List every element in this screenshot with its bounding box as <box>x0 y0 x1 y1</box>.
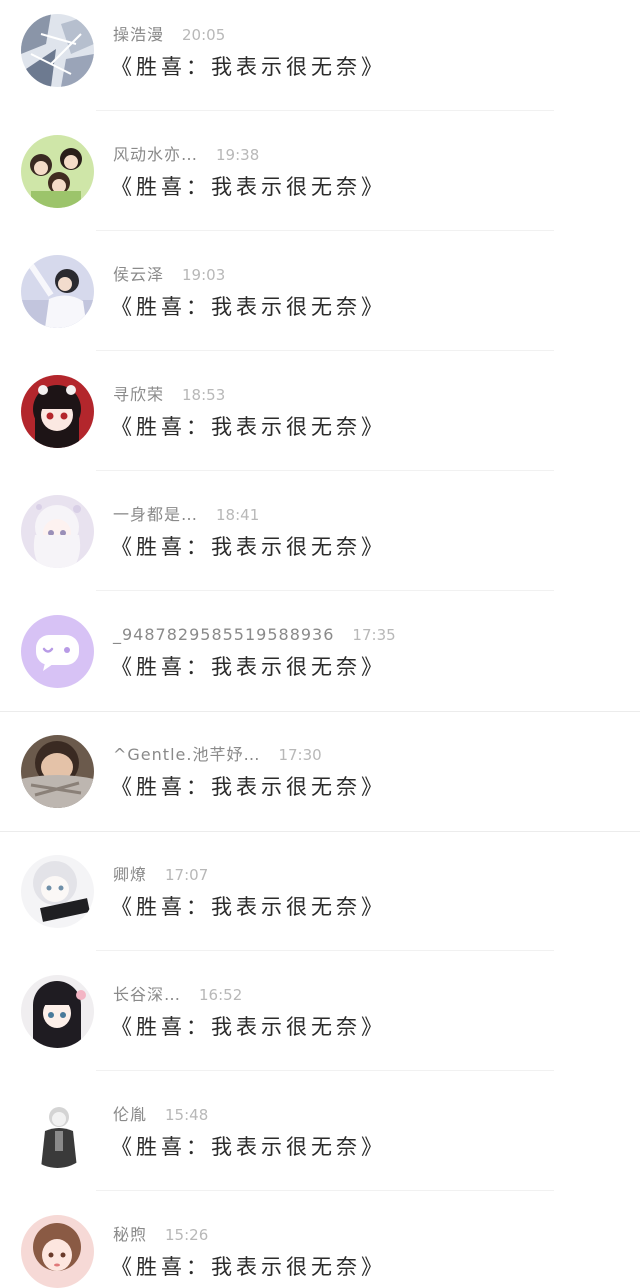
username[interactable]: 卿燎 <box>113 865 147 884</box>
timestamp: 15:48 <box>165 1106 209 1124</box>
comment-list: 操浩漫 20:05 《胜喜：我表示很无奈》 风动水亦… 19:38 《胜喜：我表示很… <box>0 0 640 1288</box>
avatar-anime-pink-girl-icon[interactable] <box>21 1215 94 1288</box>
divider <box>96 1190 554 1191</box>
avatar-default-chat-icon[interactable] <box>21 615 94 688</box>
timestamp: 19:03 <box>182 266 226 284</box>
avatar-anime-white-hair-icon[interactable] <box>21 495 94 568</box>
avatar-anime-black-hair-icon[interactable] <box>21 975 94 1048</box>
comment-meta: 操浩漫 20:05 <box>113 23 225 47</box>
comment-item[interactable]: 秘煦 15:26 《胜喜：我表示很无奈》 <box>0 1200 640 1288</box>
divider <box>0 711 640 712</box>
timestamp: 18:41 <box>216 506 260 524</box>
comment-text: 《胜喜：我表示很无奈》 <box>111 655 386 679</box>
comment-meta: _9487829585519588936 17:35 <box>113 623 396 647</box>
divider <box>96 1070 554 1071</box>
comment-text: 《胜喜：我表示很无奈》 <box>111 55 386 79</box>
username[interactable]: 长谷深… <box>113 985 181 1004</box>
avatar-anime-red-girl-icon[interactable] <box>21 375 94 448</box>
timestamp: 17:07 <box>165 866 209 884</box>
avatar-anime-white-boy-icon[interactable] <box>21 855 94 928</box>
divider <box>96 110 554 111</box>
avatar-sketch-boy-icon[interactable] <box>21 1095 94 1168</box>
divider <box>96 470 554 471</box>
comment-item[interactable]: _9487829585519588936 17:35 《胜喜：我表示很无奈》 <box>0 600 640 720</box>
divider <box>96 230 554 231</box>
timestamp: 20:05 <box>182 26 226 44</box>
timestamp: 17:30 <box>278 746 322 764</box>
username[interactable]: 一身都是… <box>113 505 198 524</box>
comment-text: 《胜喜：我表示很无奈》 <box>111 1255 386 1279</box>
comment-text: 《胜喜：我表示很无奈》 <box>111 895 386 919</box>
comment-item[interactable]: 风动水亦… 19:38 《胜喜：我表示很无奈》 <box>0 120 640 240</box>
comment-item[interactable]: 长谷深… 16:52 《胜喜：我表示很无奈》 <box>0 960 640 1080</box>
comment-item[interactable]: 一身都是… 18:41 《胜喜：我表示很无奈》 <box>0 480 640 600</box>
comment-text: 《胜喜：我表示很无奈》 <box>111 775 386 799</box>
username[interactable]: 风动水亦… <box>113 145 198 164</box>
comment-meta: 侯云泽 19:03 <box>113 263 225 287</box>
comment-text: 《胜喜：我表示很无奈》 <box>111 1015 386 1039</box>
comment-item[interactable]: ^Gentle.池芊妤… 17:30 《胜喜：我表示很无奈》 <box>0 720 640 840</box>
comment-meta: 卿燎 17:07 <box>113 863 208 887</box>
username[interactable]: 伦胤 <box>113 1105 147 1124</box>
comment-text: 《胜喜：我表示很无奈》 <box>111 415 386 439</box>
comment-text: 《胜喜：我表示很无奈》 <box>111 175 386 199</box>
timestamp: 18:53 <box>182 386 226 404</box>
comment-meta: 一身都是… 18:41 <box>113 503 259 527</box>
comment-meta: 长谷深… 16:52 <box>113 983 242 1007</box>
divider <box>96 590 554 591</box>
avatar-anime-group-icon[interactable] <box>21 135 94 208</box>
comment-meta: 寻欣荣 18:53 <box>113 383 225 407</box>
timestamp: 17:35 <box>352 626 396 644</box>
comment-meta: 伦胤 15:48 <box>113 1103 208 1127</box>
timestamp: 15:26 <box>165 1226 209 1244</box>
comment-text: 《胜喜：我表示很无奈》 <box>111 295 386 319</box>
comment-text: 《胜喜：我表示很无奈》 <box>111 535 386 559</box>
timestamp: 16:52 <box>199 986 243 1004</box>
username[interactable]: 操浩漫 <box>113 25 164 44</box>
divider <box>96 350 554 351</box>
comment-item[interactable]: 伦胤 15:48 《胜喜：我表示很无奈》 <box>0 1080 640 1200</box>
avatar-girl-photo-icon[interactable] <box>21 255 94 328</box>
username[interactable]: 寻欣荣 <box>113 385 164 404</box>
comment-text: 《胜喜：我表示很无奈》 <box>111 1135 386 1159</box>
username[interactable]: ^Gentle.池芊妤… <box>113 745 260 764</box>
comment-meta: 秘煦 15:26 <box>113 1223 208 1247</box>
username[interactable]: 侯云泽 <box>113 265 164 284</box>
username[interactable]: _9487829585519588936 <box>113 625 334 644</box>
comment-meta: ^Gentle.池芊妤… 17:30 <box>113 743 322 767</box>
comment-meta: 风动水亦… 19:38 <box>113 143 259 167</box>
comment-item[interactable]: 寻欣荣 18:53 《胜喜：我表示很无奈》 <box>0 360 640 480</box>
timestamp: 19:38 <box>216 146 260 164</box>
comment-item[interactable]: 侯云泽 19:03 《胜喜：我表示很无奈》 <box>0 240 640 360</box>
divider <box>0 831 640 832</box>
avatar-scarf-photo-icon[interactable] <box>21 735 94 808</box>
comment-item[interactable]: 卿燎 17:07 《胜喜：我表示很无奈》 <box>0 840 640 960</box>
divider <box>96 950 554 951</box>
comment-item[interactable]: 操浩漫 20:05 《胜喜：我表示很无奈》 <box>0 0 640 120</box>
avatar-cracked-white-icon[interactable] <box>21 14 94 87</box>
username[interactable]: 秘煦 <box>113 1225 147 1244</box>
